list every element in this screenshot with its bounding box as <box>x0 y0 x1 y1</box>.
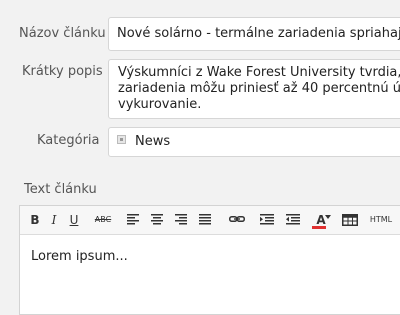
description-line: vykurovanie. <box>118 97 202 112</box>
outdent-icon <box>286 214 300 225</box>
chevron-down-icon <box>325 215 331 219</box>
description-line: Výskumníci z Wake Forest University tvrd… <box>118 65 400 80</box>
align-right-icon <box>175 214 187 225</box>
align-center-icon <box>151 214 163 225</box>
description-textarea[interactable]: Výskumníci z Wake Forest University tvrd… <box>108 59 400 119</box>
indent-icon <box>260 214 274 225</box>
editor-toolbar: B I U ABC A HTML <box>20 206 400 235</box>
body-label: Text článku <box>24 182 97 197</box>
underline-button[interactable]: U <box>68 211 80 229</box>
align-left-button[interactable] <box>127 211 139 229</box>
align-center-button[interactable] <box>151 211 163 229</box>
indent-button[interactable] <box>260 211 274 229</box>
table-icon <box>342 214 358 226</box>
insert-table-button[interactable] <box>342 211 358 229</box>
category-checkbox-icon[interactable] <box>117 135 126 144</box>
category-select[interactable]: News <box>108 127 400 157</box>
bold-button[interactable]: B <box>29 211 41 229</box>
align-left-icon <box>127 214 139 225</box>
rich-text-editor[interactable]: B I U ABC A HTML Lorem ipsum... <box>19 205 400 315</box>
italic-button[interactable]: I <box>48 211 60 229</box>
description-line: zariadenia môžu priniesť až 40 percentnú… <box>118 81 400 96</box>
align-justify-button[interactable] <box>199 211 211 229</box>
text-color-button[interactable]: A <box>312 211 331 229</box>
text-color-swatch <box>312 226 326 229</box>
category-label: Kategória <box>37 133 100 148</box>
title-input[interactable]: Nové solárno - termálne zariadenia spria… <box>108 17 400 51</box>
editor-content[interactable]: Lorem ipsum... <box>31 249 128 264</box>
link-icon <box>229 216 245 222</box>
strikethrough-button[interactable]: ABC <box>92 211 114 229</box>
align-right-button[interactable] <box>175 211 187 229</box>
html-source-button[interactable]: HTML <box>368 211 394 229</box>
category-value: News <box>135 134 171 149</box>
title-label: Názov článku <box>19 26 106 41</box>
outdent-button[interactable] <box>286 211 300 229</box>
align-justify-icon <box>199 214 211 225</box>
insert-link-button[interactable] <box>229 211 245 229</box>
description-label: Krátky popis <box>22 64 103 79</box>
